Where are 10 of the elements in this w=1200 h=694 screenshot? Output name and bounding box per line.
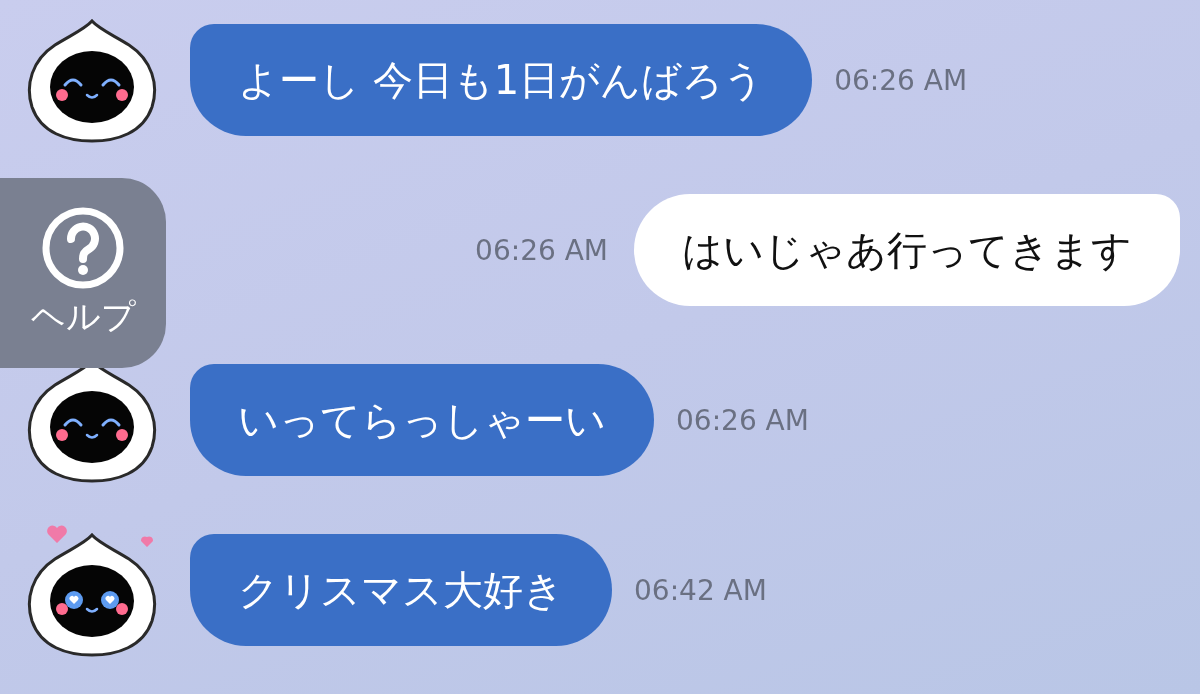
message-bubble: いってらっしゃーい: [190, 364, 654, 476]
message-time: 06:42 AM: [634, 573, 767, 607]
message-time: 06:26 AM: [475, 233, 608, 267]
message-bubble: よーし 今日も1日がんばろう: [190, 24, 813, 136]
help-icon: [41, 206, 125, 290]
message-time: 06:26 AM: [676, 403, 809, 437]
message-time: 06:26 AM: [834, 63, 968, 97]
message-bubble: クリスマス大好き: [190, 534, 612, 646]
help-button[interactable]: ヘルプ: [0, 178, 166, 368]
message-bubble: はいじゃあ行ってきます: [634, 194, 1180, 306]
